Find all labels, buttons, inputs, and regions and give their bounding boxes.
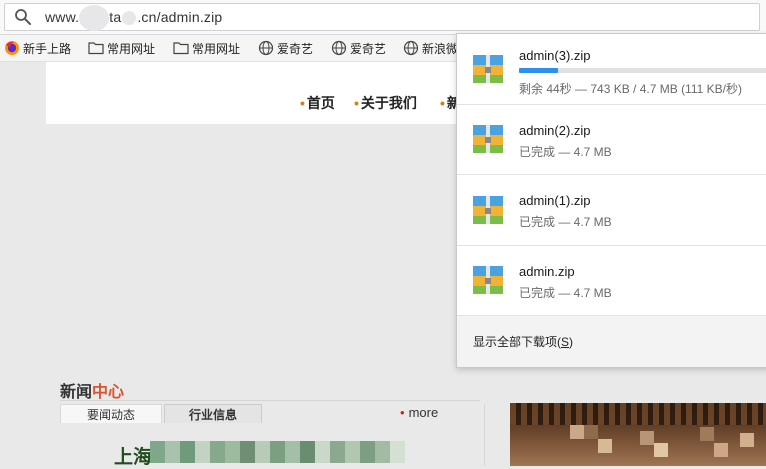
- photo-pixel: [700, 427, 714, 441]
- photo-pixel: [740, 433, 754, 447]
- news-section-title: 新闻中心: [60, 378, 124, 402]
- photo-pixel: [640, 431, 654, 445]
- news-title-accent: 中心: [92, 384, 125, 401]
- divider: [484, 404, 485, 466]
- tab-label: 要闻动态: [86, 407, 135, 422]
- download-filename: admin(2).zip: [519, 123, 591, 138]
- zip-archive-icon: [473, 125, 503, 153]
- url-part-3: .cn/admin.zip: [137, 9, 223, 25]
- download-item[interactable]: admin(3).zip 剩余 44秒 — 743 KB / 4.7 MB (1…: [457, 34, 766, 105]
- more-bullet: •: [400, 405, 405, 420]
- bookmark-item[interactable]: 新手上路: [4, 39, 71, 57]
- nav-bullet: •: [440, 95, 445, 111]
- divider: [60, 400, 480, 401]
- bookmark-label: 新手上路: [23, 41, 72, 56]
- photo-pixel: [584, 425, 598, 439]
- show-all-downloads-label: 显示全部下载项(S): [473, 333, 573, 350]
- folder-icon: [173, 42, 189, 55]
- nav-item-about[interactable]: • 关于我们: [354, 93, 417, 113]
- headline-text: 上海: [114, 447, 153, 468]
- globe-icon: [258, 40, 274, 56]
- download-status: 已完成 — 4.7 MB: [519, 215, 612, 229]
- folder-icon: [88, 42, 104, 55]
- address-bar: www. ta .cn/admin.zip: [0, 0, 766, 35]
- url-redaction-blur: [122, 11, 137, 26]
- downloads-panel: admin(3).zip 剩余 44秒 — 743 KB / 4.7 MB (1…: [456, 33, 766, 368]
- footer-label-prefix: 显示全部下载项(: [473, 335, 561, 349]
- photo-pixel: [598, 439, 612, 453]
- bookmark-label: 爱奇艺: [350, 41, 387, 56]
- download-status: 已完成 — 4.7 MB: [519, 286, 612, 300]
- footer-access-key: S: [561, 335, 570, 349]
- bookmark-item[interactable]: 爱奇艺: [258, 39, 313, 57]
- bookmark-label: 爱奇艺: [277, 41, 314, 56]
- globe-icon: [331, 40, 347, 56]
- photo-pixel: [570, 425, 584, 439]
- nav-item-home[interactable]: • 首页: [300, 93, 335, 113]
- url-redaction-blur: [79, 5, 110, 32]
- bookmark-item[interactable]: 新浪微: [403, 39, 458, 57]
- nav-bullet: •: [354, 95, 359, 111]
- download-filename: admin(3).zip: [519, 48, 591, 63]
- more-label: more: [408, 405, 439, 420]
- news-title-main: 新闻: [60, 384, 93, 401]
- download-status: 已完成 — 4.7 MB: [519, 145, 612, 159]
- photo-pixel: [714, 443, 728, 457]
- bookmark-label: 常用网址: [107, 41, 156, 56]
- photo-ceiling: [510, 403, 766, 425]
- bookmark-folder[interactable]: 常用网址: [173, 39, 240, 57]
- download-status: 剩余 44秒 — 743 KB / 4.7 MB (111 KB/秒): [519, 82, 742, 96]
- tab-label: 行业信息: [188, 407, 237, 422]
- news-photo[interactable]: [510, 403, 766, 466]
- bookmark-label: 常用网址: [192, 41, 241, 56]
- globe-icon: [403, 40, 419, 56]
- redaction-mosaic: [150, 441, 405, 463]
- download-progress-fill: [519, 68, 558, 73]
- bookmark-item[interactable]: 爱奇艺: [331, 39, 386, 57]
- url-part-1: www.: [45, 9, 80, 25]
- more-link[interactable]: • more: [400, 405, 438, 420]
- footer-label-suffix: ): [569, 335, 574, 349]
- search-icon: [15, 9, 31, 25]
- tab-industry-info[interactable]: 行业信息: [164, 404, 262, 423]
- nav-bullet: •: [300, 95, 305, 111]
- bookmark-folder[interactable]: 常用网址: [88, 39, 155, 57]
- download-filename: admin(1).zip: [519, 193, 591, 208]
- photo-pixel: [654, 443, 668, 457]
- url-text: www. ta .cn/admin.zip: [45, 5, 223, 32]
- nav-label: 首页: [306, 95, 335, 111]
- zip-archive-icon: [473, 196, 503, 224]
- download-progress-bar: [519, 68, 766, 73]
- download-item[interactable]: admin(2).zip 已完成 — 4.7 MB: [457, 104, 766, 175]
- zip-archive-icon: [473, 266, 503, 294]
- show-all-downloads-button[interactable]: 显示全部下载项(S): [457, 316, 766, 367]
- url-field[interactable]: www. ta .cn/admin.zip: [4, 3, 760, 32]
- download-item[interactable]: admin.zip 已完成 — 4.7 MB: [457, 245, 766, 316]
- news-headline[interactable]: 上海: [114, 442, 152, 469]
- firefox-icon: [5, 41, 19, 55]
- bookmark-label: 新浪微: [422, 41, 459, 56]
- download-filename: admin.zip: [519, 264, 575, 279]
- nav-label: 关于我们: [360, 95, 417, 111]
- download-item[interactable]: admin(1).zip 已完成 — 4.7 MB: [457, 175, 766, 246]
- url-part-2: ta: [109, 9, 122, 25]
- zip-archive-icon: [473, 55, 503, 83]
- tab-news-updates[interactable]: 要闻动态: [60, 404, 162, 423]
